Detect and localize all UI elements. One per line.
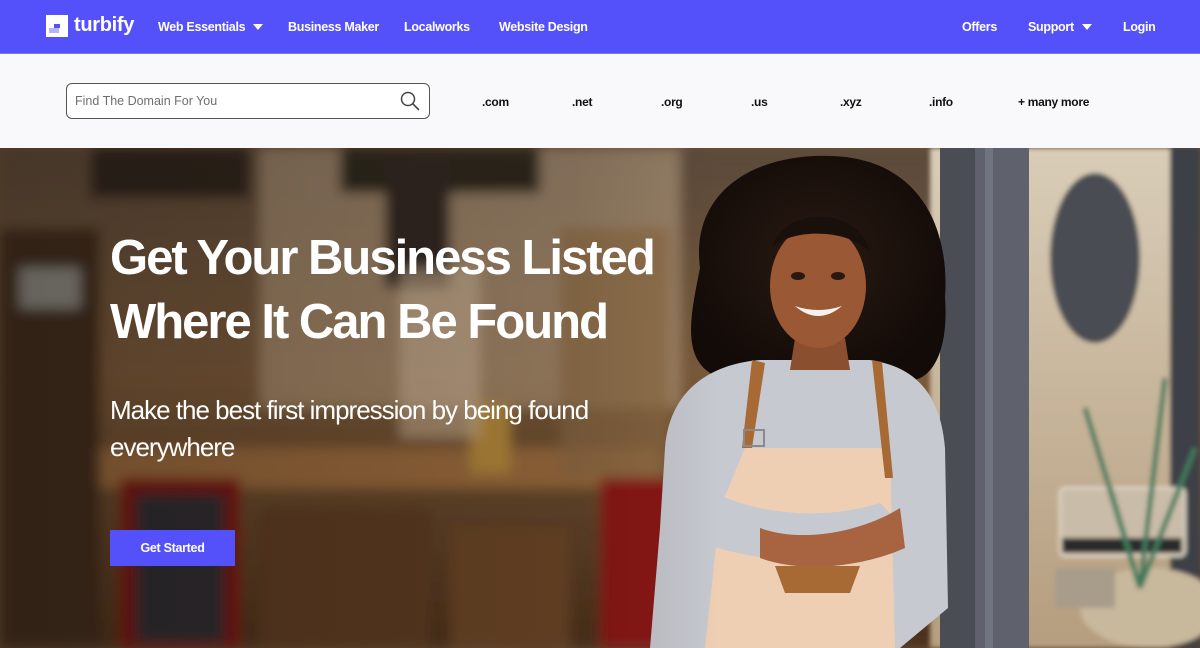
hero-title-line-1: Get Your Business Listed [110, 231, 656, 285]
domain-search-box [66, 83, 430, 119]
tld-net[interactable]: .net [572, 95, 592, 109]
nav-support[interactable]: Support [1028, 0, 1092, 54]
turbify-logo[interactable]: turbify [46, 14, 134, 37]
get-started-button[interactable]: Get Started [110, 530, 235, 566]
nav-label: Localworks [404, 20, 470, 34]
hero-subtitle-line-1: Make the best first impression by being … [110, 395, 589, 425]
nav-website-design[interactable]: Website Design [499, 0, 588, 54]
nav-localworks[interactable]: Localworks [404, 0, 470, 54]
chevron-down-icon [253, 24, 264, 30]
nav-label: Support [1028, 20, 1074, 34]
chevron-down-icon [1081, 24, 1092, 30]
tld-many-more[interactable]: + many more [1018, 95, 1089, 109]
hero-subtitle-line-2: everywhere [110, 432, 235, 462]
hero-title: Get Your Business Listed Where It Can Be… [110, 226, 710, 354]
nav-label: Business Maker [288, 20, 379, 34]
nav-label: Login [1123, 20, 1156, 34]
hero-subtitle: Make the best first impression by being … [110, 392, 670, 466]
brand-name: turbify [74, 14, 135, 36]
top-navigation: turbify Web Essentials Business Maker Lo… [0, 0, 1200, 54]
search-icon[interactable] [400, 91, 420, 111]
nav-label: Web Essentials [158, 20, 246, 34]
nav-label: Website Design [499, 20, 588, 34]
tld-xyz[interactable]: .xyz [840, 95, 862, 109]
nav-label: Offers [962, 20, 998, 34]
nav-offers[interactable]: Offers [962, 0, 997, 54]
nav-business-maker[interactable]: Business Maker [288, 0, 379, 54]
tld-info[interactable]: .info [929, 95, 953, 109]
hero-section: Get Your Business Listed Where It Can Be… [0, 148, 1200, 648]
nav-login[interactable]: Login [1123, 0, 1156, 54]
nav-web-essentials[interactable]: Web Essentials [158, 0, 264, 54]
tld-com[interactable]: .com [482, 95, 509, 109]
turbify-logo-icon [46, 14, 68, 37]
tld-us[interactable]: .us [751, 95, 768, 109]
domain-search-input[interactable] [67, 86, 387, 116]
hero-title-line-2: Where It Can Be Found [110, 295, 609, 349]
tld-org[interactable]: .org [661, 95, 683, 109]
domain-search-bar: .com .net .org .us .xyz .info + many mor… [0, 55, 1200, 148]
